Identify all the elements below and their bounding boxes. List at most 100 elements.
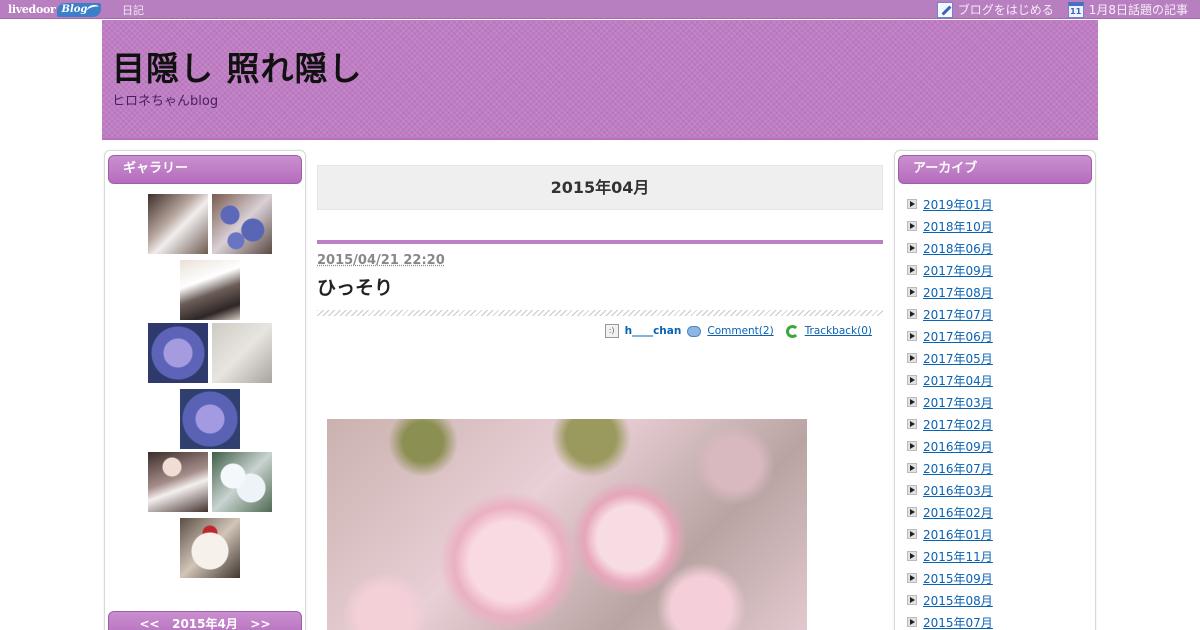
left-sidebar: ギャラリー << 2015年4月 >> xyxy=(104,150,306,630)
cherry-blossom-photo[interactable] xyxy=(327,419,807,630)
archive-link[interactable]: 2017年06月 xyxy=(923,328,993,345)
triangle-bullet-icon xyxy=(907,199,917,209)
archive-item: 2017年04月 xyxy=(907,369,993,391)
archive-link[interactable]: 2017年04月 xyxy=(923,372,993,389)
archive-list: 2019年01月 2018年10月 2018年06月 2017年09月 2017年08月… xyxy=(907,193,993,630)
entry-top-line xyxy=(317,240,883,244)
calendar-icon: 11 xyxy=(1067,1,1084,18)
archive-link[interactable]: 2015年08月 xyxy=(923,592,993,609)
user-face-icon: :) xyxy=(604,324,619,338)
start-blog-label: ブログをはじめる xyxy=(957,3,1054,17)
archive-link[interactable]: 2015年09月 xyxy=(923,570,993,587)
trackback-icon xyxy=(785,324,799,338)
archive-item: 2018年06月 xyxy=(907,237,993,259)
main-content: 2015年04月 2015/04/21 22:20 ひっそり :) h____c… xyxy=(317,165,883,630)
logo-blog-text: Blog xyxy=(61,3,88,15)
archive-link[interactable]: 2015年11月 xyxy=(923,548,993,565)
archive-link[interactable]: 2017年09月 xyxy=(923,262,993,279)
gallery-thumb[interactable] xyxy=(180,518,240,578)
archive-link[interactable]: 2016年01月 xyxy=(923,526,993,543)
gallery-thumb[interactable] xyxy=(148,323,208,383)
archive-heading: アーカイブ xyxy=(898,155,1092,184)
triangle-bullet-icon xyxy=(907,529,917,539)
archive-item: 2016年01月 xyxy=(907,523,993,545)
archive-item: 2016年09月 xyxy=(907,435,993,457)
archive-item: 2015年07月 xyxy=(907,611,993,630)
topic-articles-label: 1月8日話題の記事 xyxy=(1088,3,1188,17)
right-sidebar: アーカイブ 2019年01月 2018年10月 2018年06月 2017年09月 20… xyxy=(894,150,1096,630)
triangle-bullet-icon xyxy=(907,617,917,627)
blog-title[interactable]: 目隠し 照れ隠し xyxy=(112,42,363,90)
triangle-bullet-icon xyxy=(907,331,917,341)
gallery-heading: ギャラリー xyxy=(108,155,302,184)
triangle-bullet-icon xyxy=(907,463,917,473)
archive-item: 2015年11月 xyxy=(907,545,993,567)
archive-link[interactable]: 2019年01月 xyxy=(923,196,993,213)
gallery-thumb[interactable] xyxy=(148,452,208,512)
archive-link[interactable]: 2017年08月 xyxy=(923,284,993,301)
livedoor-blog-logo[interactable]: livedoor Blog xyxy=(8,1,102,18)
comment-bubble-icon xyxy=(687,325,702,337)
logo-text: livedoor xyxy=(8,3,56,16)
comment-link[interactable]: Comment(2) xyxy=(707,325,773,337)
triangle-bullet-icon xyxy=(907,551,917,561)
triangle-bullet-icon xyxy=(907,507,917,517)
triangle-bullet-icon xyxy=(907,441,917,451)
author-link[interactable]: h____chan xyxy=(625,325,682,337)
archive-item: 2017年06月 xyxy=(907,325,993,347)
archive-item: 2016年03月 xyxy=(907,479,993,501)
gallery-thumb[interactable] xyxy=(212,452,272,512)
top-nav-right: ブログをはじめる 11 1月8日話題の記事 xyxy=(936,1,1188,18)
logo-blog-badge: Blog xyxy=(56,2,102,17)
archive-item: 2017年07月 xyxy=(907,303,993,325)
gallery-thumb[interactable] xyxy=(180,389,240,449)
triangle-bullet-icon xyxy=(907,287,917,297)
triangle-bullet-icon xyxy=(907,485,917,495)
archive-link[interactable]: 2016年02月 xyxy=(923,504,993,521)
archive-link[interactable]: 2018年10月 xyxy=(923,218,993,235)
archive-item: 2017年08月 xyxy=(907,281,993,303)
triangle-bullet-icon xyxy=(907,243,917,253)
entry-meta: :) h____chan Comment(2) Trackback(0) xyxy=(317,324,883,338)
archive-item: 2017年09月 xyxy=(907,259,993,281)
triangle-bullet-icon xyxy=(907,309,917,319)
archive-item: 2017年05月 xyxy=(907,347,993,369)
archive-link[interactable]: 2017年02月 xyxy=(923,416,993,433)
pencil-icon xyxy=(936,1,953,18)
trackback-link[interactable]: Trackback(0) xyxy=(805,325,872,337)
archive-item: 2017年02月 xyxy=(907,413,993,435)
archive-item: 2017年03月 xyxy=(907,391,993,413)
entry-divider xyxy=(317,310,883,316)
archive-item: 2019年01月 xyxy=(907,193,993,215)
gallery-thumb[interactable] xyxy=(212,323,272,383)
gallery-thumb[interactable] xyxy=(180,260,240,320)
entry-date[interactable]: 2015/04/21 22:20 xyxy=(317,253,883,268)
archive-link[interactable]: 2016年09月 xyxy=(923,438,993,455)
archive-link[interactable]: 2016年03月 xyxy=(923,482,993,499)
archive-link[interactable]: 2017年03月 xyxy=(923,394,993,411)
month-heading: 2015年04月 xyxy=(317,165,883,210)
triangle-bullet-icon xyxy=(907,419,917,429)
start-blog-link[interactable]: ブログをはじめる xyxy=(936,1,1054,18)
archive-link[interactable]: 2018年06月 xyxy=(923,240,993,257)
archive-link[interactable]: 2017年05月 xyxy=(923,350,993,367)
blog-subtitle: ヒロネちゃんblog xyxy=(112,94,219,109)
archive-link[interactable]: 2017年07月 xyxy=(923,306,993,323)
triangle-bullet-icon xyxy=(907,353,917,363)
top-bar: livedoor Blog 日記 ブログをはじめる 11 1月8日話題の記事 xyxy=(0,0,1200,19)
archive-link[interactable]: 2015年07月 xyxy=(923,614,993,630)
archive-item: 2015年08月 xyxy=(907,589,993,611)
entry-title[interactable]: ひっそり xyxy=(317,273,883,300)
triangle-bullet-icon xyxy=(907,221,917,231)
blog-header: 目隠し 照れ隠し ヒロネちゃんblog xyxy=(102,20,1098,140)
calendar-nav[interactable]: << 2015年4月 >> xyxy=(108,611,302,630)
archive-item: 2015年09月 xyxy=(907,567,993,589)
gallery-thumb[interactable] xyxy=(148,194,208,254)
triangle-bullet-icon xyxy=(907,397,917,407)
topic-articles-link[interactable]: 11 1月8日話題の記事 xyxy=(1067,1,1188,18)
gallery-thumb[interactable] xyxy=(212,194,272,254)
triangle-bullet-icon xyxy=(907,573,917,583)
nav-diary-link[interactable]: 日記 xyxy=(122,2,144,18)
archive-item: 2016年02月 xyxy=(907,501,993,523)
archive-link[interactable]: 2016年07月 xyxy=(923,460,993,477)
